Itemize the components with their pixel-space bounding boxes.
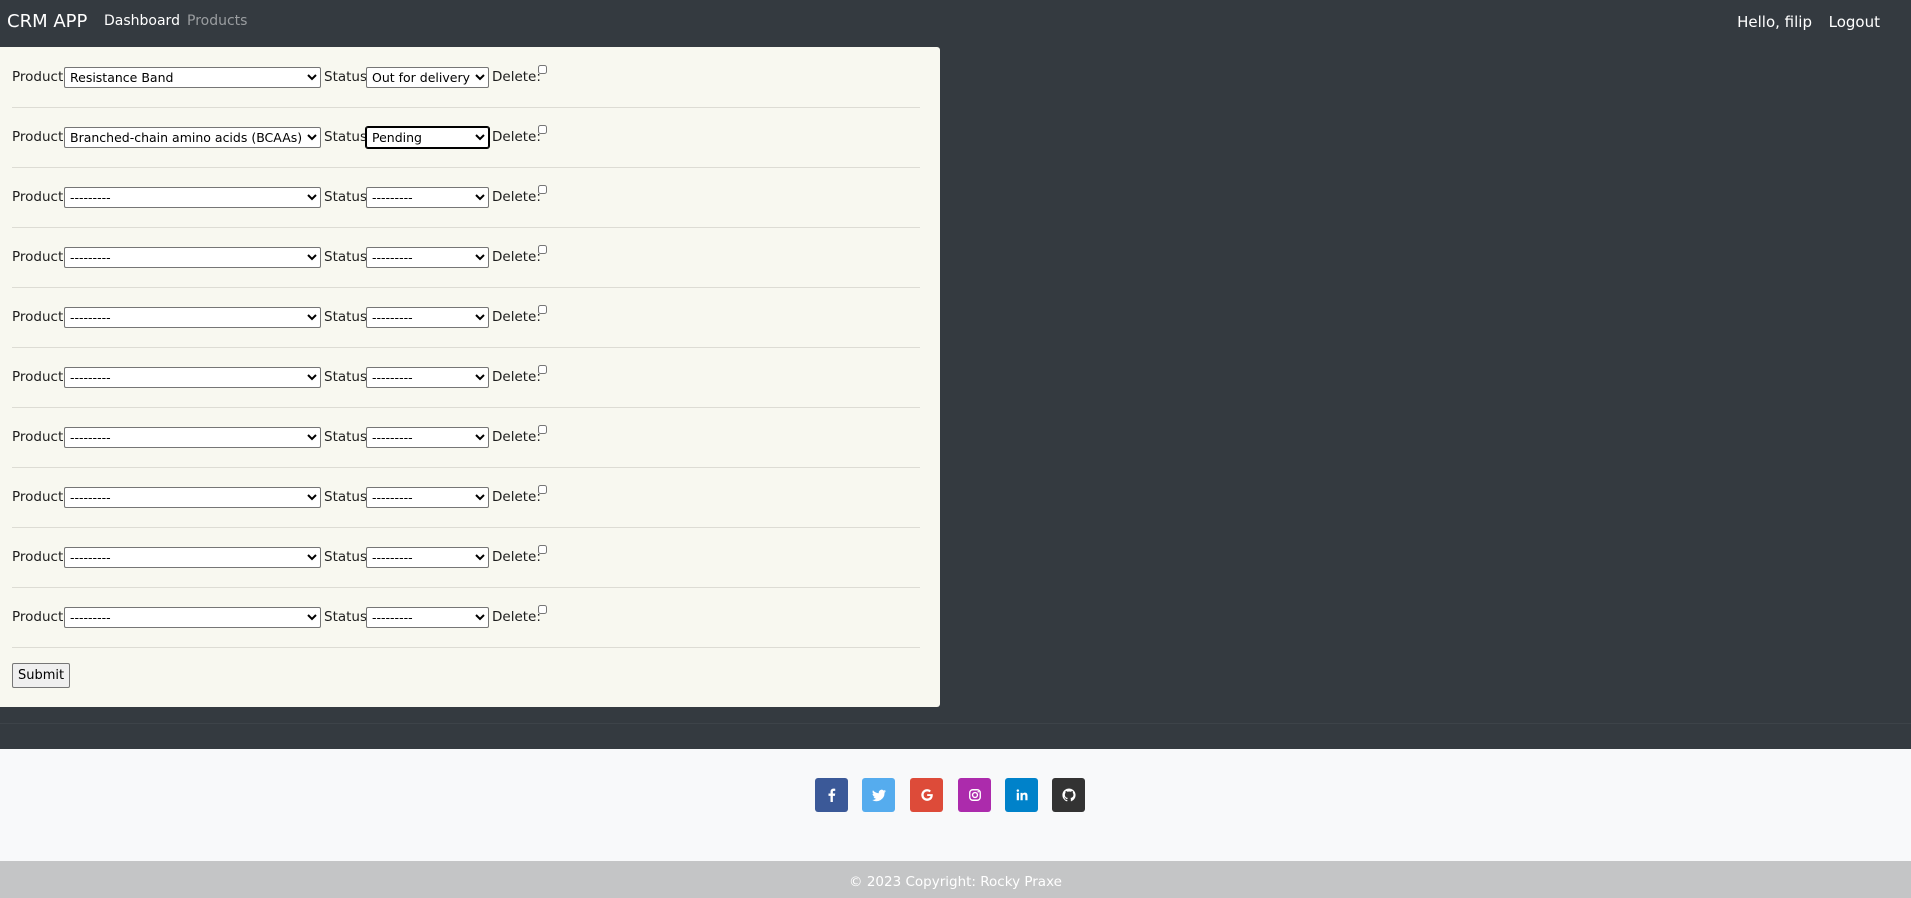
delete-label: Delete: [492,189,541,205]
form-row: Product: --------- Status: --------- Delete: [12,287,920,348]
status-label: Status: [324,609,372,625]
form-row: Product: --------- Status: --------- Delete: [12,407,920,468]
status-select[interactable]: --------- [366,367,489,388]
delete-checkbox[interactable] [538,485,547,494]
product-select[interactable]: --------- [64,607,321,628]
product-label: Product: [12,429,68,445]
delete-label: Delete: [492,429,541,445]
status-select[interactable]: --------- [366,307,489,328]
status-select[interactable]: Out for delivery [366,67,489,88]
product-label: Product: [12,189,68,205]
brand-logo[interactable]: CRM APP [7,11,87,32]
status-label: Status: [324,69,372,85]
status-label: Status: [324,489,372,505]
logout-link[interactable]: Logout [1829,13,1880,31]
product-select[interactable]: Branched-chain amino acids (BCAAs) [64,127,321,148]
product-label: Product: [12,549,68,565]
status-label: Status: [324,369,372,385]
form-row: Product: --------- Status: --------- Delete: [12,227,920,288]
form-row: Product: --------- Status: --------- Delete: [12,587,920,648]
status-select[interactable]: --------- [366,487,489,508]
product-label: Product: [12,369,68,385]
footer [0,749,1911,861]
product-label: Product: [12,609,68,625]
instagram-icon[interactable] [958,778,991,812]
status-label: Status: [324,429,372,445]
delete-checkbox[interactable] [538,125,547,134]
delete-label: Delete: [492,489,541,505]
footer-divider [0,723,1911,724]
copyright-bar: © 2023 Copyright: Rocky Praxe [0,861,1911,898]
product-select[interactable]: --------- [64,487,321,508]
product-select[interactable]: --------- [64,187,321,208]
status-select[interactable]: --------- [366,547,489,568]
status-select[interactable]: --------- [366,427,489,448]
nav-dashboard[interactable]: Dashboard [104,13,180,29]
delete-checkbox[interactable] [538,365,547,374]
delete-checkbox[interactable] [538,605,547,614]
form-row: Product: --------- Status: --------- Delete: [12,467,920,528]
delete-label: Delete: [492,129,541,145]
product-select[interactable]: --------- [64,247,321,268]
form-row: Product: Branched-chain amino acids (BCAA… [12,107,920,168]
delete-checkbox[interactable] [538,305,547,314]
twitter-icon[interactable] [862,778,895,812]
github-icon[interactable] [1052,778,1085,812]
status-label: Status: [324,309,372,325]
product-label: Product: [12,309,68,325]
status-select[interactable]: Pending [365,126,490,149]
product-label: Product: [12,249,68,265]
status-label: Status: [324,249,372,265]
form-row: Product: --------- Status: --------- Delete: [12,347,920,408]
delete-label: Delete: [492,249,541,265]
status-select[interactable]: --------- [366,187,489,208]
product-label: Product: [12,129,68,145]
delete-checkbox[interactable] [538,185,547,194]
copyright-text: © 2023 Copyright: Rocky Praxe [849,874,1062,890]
form-row: Product: --------- Status: --------- Delete: [12,167,920,228]
delete-checkbox[interactable] [538,245,547,254]
delete-label: Delete: [492,309,541,325]
submit-button[interactable]: Submit [12,663,71,688]
delete-label: Delete: [492,369,541,385]
status-label: Status: [324,189,372,205]
product-select[interactable]: --------- [64,307,321,328]
form-row: Product: --------- Status: --------- Delete: [12,527,920,588]
product-select[interactable]: --------- [64,367,321,388]
navbar: CRM APP Dashboard Products Hello, filip … [0,0,1911,44]
user-greeting: Hello, filip [1737,13,1812,31]
product-select[interactable]: --------- [64,427,321,448]
delete-label: Delete: [492,609,541,625]
google-icon[interactable] [910,778,943,812]
status-label: Status: [324,129,372,145]
form-row: Product: Resistance Band Status: Out for de… [12,47,920,108]
status-select[interactable]: --------- [366,247,489,268]
nav-products[interactable]: Products [187,13,247,29]
product-label: Product: [12,69,68,85]
product-select[interactable]: Resistance Band [64,67,321,88]
delete-label: Delete: [492,69,541,85]
linkedin-icon[interactable] [1005,778,1038,812]
order-form-card: Product: Resistance Band Status: Out for de… [0,47,940,707]
delete-label: Delete: [492,549,541,565]
product-select[interactable]: --------- [64,547,321,568]
delete-checkbox[interactable] [538,65,547,74]
status-select[interactable]: --------- [366,607,489,628]
delete-checkbox[interactable] [538,425,547,434]
facebook-icon[interactable] [815,778,848,812]
delete-checkbox[interactable] [538,545,547,554]
product-label: Product: [12,489,68,505]
status-label: Status: [324,549,372,565]
